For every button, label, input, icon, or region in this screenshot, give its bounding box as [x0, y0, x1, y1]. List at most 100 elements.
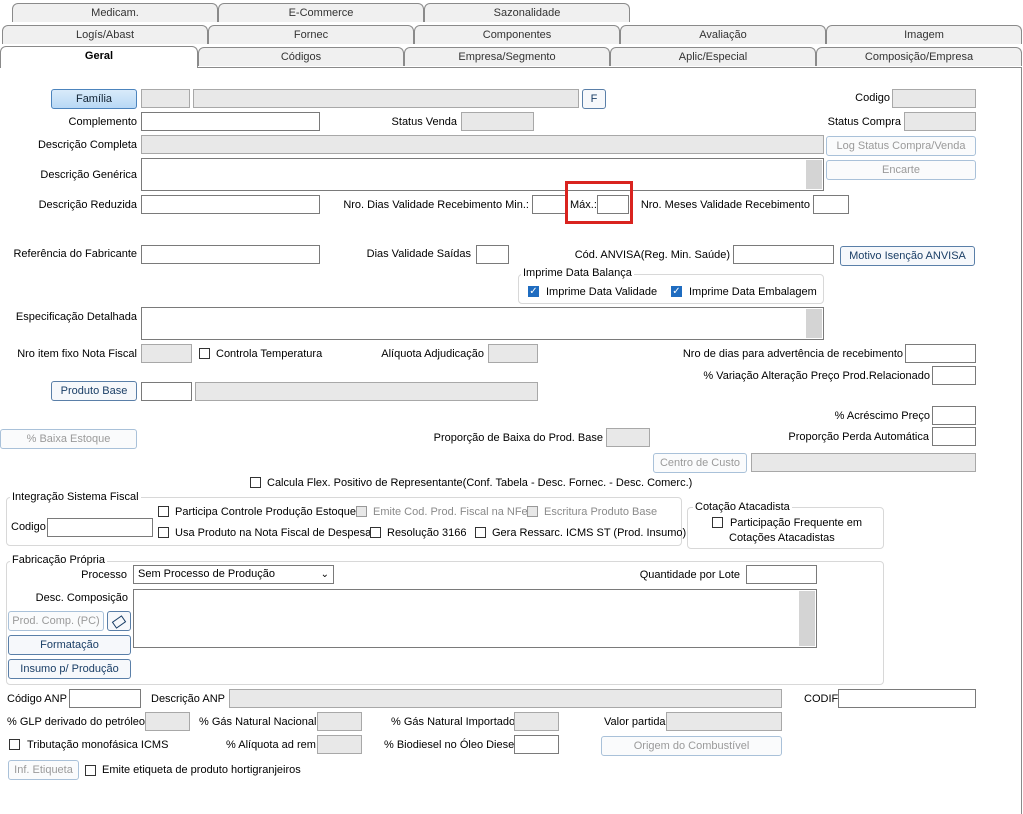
eraser-icon: [111, 615, 127, 629]
gera-ressarc-checkbox[interactable]: [475, 527, 486, 538]
usa-produto-label: Usa Produto na Nota Fiscal de Despesa: [175, 527, 372, 539]
usa-produto-checkbox[interactable]: [158, 527, 169, 538]
codif-label: CODIF: [804, 693, 839, 705]
descricao-generica-label: Descrição Genérica: [40, 169, 137, 181]
dias-validade-saidas-label: Dias Validade Saídas: [366, 248, 471, 260]
participacao-frequente-label-1: Participação Frequente em: [730, 517, 863, 529]
controla-temperatura-label: Controla Temperatura: [216, 348, 323, 360]
tab-avaliacao[interactable]: Avaliação: [620, 25, 826, 44]
eraser-button[interactable]: [107, 611, 131, 631]
formatacao-button[interactable]: Formatação: [8, 635, 131, 655]
variacao-alteracao-label: % Variação Alteração Preço Prod.Relacion…: [703, 370, 930, 382]
imprime-data-balanca-title: Imprime Data Balança: [521, 267, 634, 279]
emite-etiqueta-checkbox[interactable]: [85, 765, 96, 776]
descricao-anp-field: [229, 689, 782, 708]
nro-dias-advertencia-input[interactable]: [905, 344, 976, 363]
log-status-button[interactable]: Log Status Compra/Venda: [826, 136, 976, 156]
biodiesel-input[interactable]: [514, 735, 559, 754]
codigo-label: Codigo: [855, 92, 890, 104]
tab-imagem[interactable]: Imagem: [826, 25, 1022, 44]
inf-etiqueta-button[interactable]: Inf. Etiqueta: [8, 760, 79, 780]
participa-controle-label: Participa Controle Produção Estoque: [175, 506, 356, 518]
referencia-fabricante-input[interactable]: [141, 245, 320, 264]
desc-composicao-memo[interactable]: [133, 589, 817, 648]
glp-field: [145, 712, 190, 731]
participacao-frequente-label-2: Cotações Atacadistas: [729, 532, 835, 544]
tab-medicam[interactable]: Medicam.: [12, 3, 218, 22]
codif-input[interactable]: [838, 689, 976, 708]
descricao-completa-label: Descrição Completa: [37, 139, 137, 151]
participacao-frequente-checkbox[interactable]: [712, 517, 723, 528]
familia-description-field: [193, 89, 579, 108]
complemento-label: Complemento: [68, 116, 137, 128]
proporcao-perda-input[interactable]: [932, 427, 976, 446]
produto-base-button[interactable]: Produto Base: [51, 381, 137, 401]
tab-codigos[interactable]: Códigos: [198, 47, 404, 66]
aliquota-ad-rem-label: % Alíquota ad rem: [226, 739, 316, 751]
acrescimo-preco-input[interactable]: [932, 406, 976, 425]
motivo-isencao-button[interactable]: Motivo Isenção ANVISA: [840, 246, 975, 266]
tab-composicao-empresa[interactable]: Composição/Empresa: [816, 47, 1022, 66]
prod-comp-button[interactable]: Prod. Comp. (PC): [8, 611, 104, 631]
codigo-anp-label: Código ANP: [7, 693, 67, 705]
f-button[interactable]: F: [582, 89, 606, 109]
origem-combustivel-button[interactable]: Origem do Combustível: [601, 736, 782, 756]
nro-item-fixo-field: [141, 344, 192, 363]
baixa-estoque-button[interactable]: % Baixa Estoque: [0, 429, 137, 449]
processo-select[interactable]: Sem Processo de Produção ⌄: [133, 565, 334, 584]
tab-geral[interactable]: Geral: [0, 46, 198, 68]
calcula-flex-checkbox[interactable]: [250, 477, 261, 488]
scrollbar[interactable]: [806, 309, 822, 338]
tab-ecommerce[interactable]: E-Commerce: [218, 3, 424, 22]
imprime-data-validade-checkbox[interactable]: ✓: [528, 286, 539, 297]
descricao-completa-field: [141, 135, 824, 154]
tab-baseline: [198, 67, 1022, 68]
status-compra-field: [904, 112, 976, 131]
tab-empresa-segmento[interactable]: Empresa/Segmento: [404, 47, 610, 66]
gas-importado-field: [514, 712, 559, 731]
tab-fornec[interactable]: Fornec: [208, 25, 414, 44]
descricao-reduzida-label: Descrição Reduzida: [38, 199, 137, 211]
tab-componentes[interactable]: Componentes: [414, 25, 620, 44]
participa-controle-checkbox[interactable]: [158, 506, 169, 517]
gera-ressarc-label: Gera Ressarc. ICMS ST (Prod. Insumo): [492, 527, 687, 539]
tab-sazonalidade[interactable]: Sazonalidade: [424, 3, 630, 22]
valor-partida-field: [666, 712, 782, 731]
glp-label: % GLP derivado do petróleo: [7, 716, 145, 728]
tributacao-checkbox[interactable]: [9, 739, 20, 750]
quantidade-lote-input[interactable]: [746, 565, 817, 584]
integracao-codigo-input[interactable]: [47, 518, 153, 537]
produto-base-code-input[interactable]: [141, 382, 192, 401]
centro-custo-button[interactable]: Centro de Custo: [653, 453, 747, 473]
codigo-anp-input[interactable]: [69, 689, 141, 708]
resolucao-checkbox[interactable]: [370, 527, 381, 538]
controla-temperatura-checkbox[interactable]: [199, 348, 210, 359]
complemento-input[interactable]: [141, 112, 320, 131]
scrollbar[interactable]: [799, 591, 815, 646]
scrollbar[interactable]: [806, 160, 822, 189]
tab-logis-abast[interactable]: Logís/Abast: [2, 25, 208, 44]
nro-dias-validade-min-input[interactable]: [532, 195, 566, 214]
tab-aplic-especial[interactable]: Aplic/Especial: [610, 47, 816, 66]
descricao-reduzida-input[interactable]: [141, 195, 320, 214]
gas-importado-label: % Gás Natural Importado: [391, 716, 516, 728]
cod-anvisa-input[interactable]: [733, 245, 834, 264]
insumo-producao-button[interactable]: Insumo p/ Produção: [8, 659, 131, 679]
escritura-produto-checkbox[interactable]: [527, 506, 538, 517]
centro-custo-field: [751, 453, 976, 472]
page-right-border: [1021, 67, 1022, 814]
variacao-alteracao-input[interactable]: [932, 366, 976, 385]
chevron-down-icon: ⌄: [320, 569, 329, 580]
biodiesel-label: % Biodiesel no Óleo Diesel: [384, 739, 517, 751]
descricao-generica-memo[interactable]: [141, 158, 824, 191]
cod-anvisa-label: Cód. ANVISA(Reg. Min. Saúde): [574, 249, 730, 261]
imprime-data-embalagem-checkbox[interactable]: ✓: [671, 286, 682, 297]
processo-value: Sem Processo de Produção: [138, 568, 275, 580]
especificacao-detalhada-memo[interactable]: [141, 307, 824, 340]
nro-meses-validade-input[interactable]: [813, 195, 849, 214]
familia-button[interactable]: Família: [51, 89, 137, 109]
dias-validade-saidas-input[interactable]: [476, 245, 509, 264]
referencia-fabricante-label: Referência do Fabricante: [13, 248, 137, 260]
emite-cod-checkbox[interactable]: [356, 506, 367, 517]
encarte-button[interactable]: Encarte: [826, 160, 976, 180]
